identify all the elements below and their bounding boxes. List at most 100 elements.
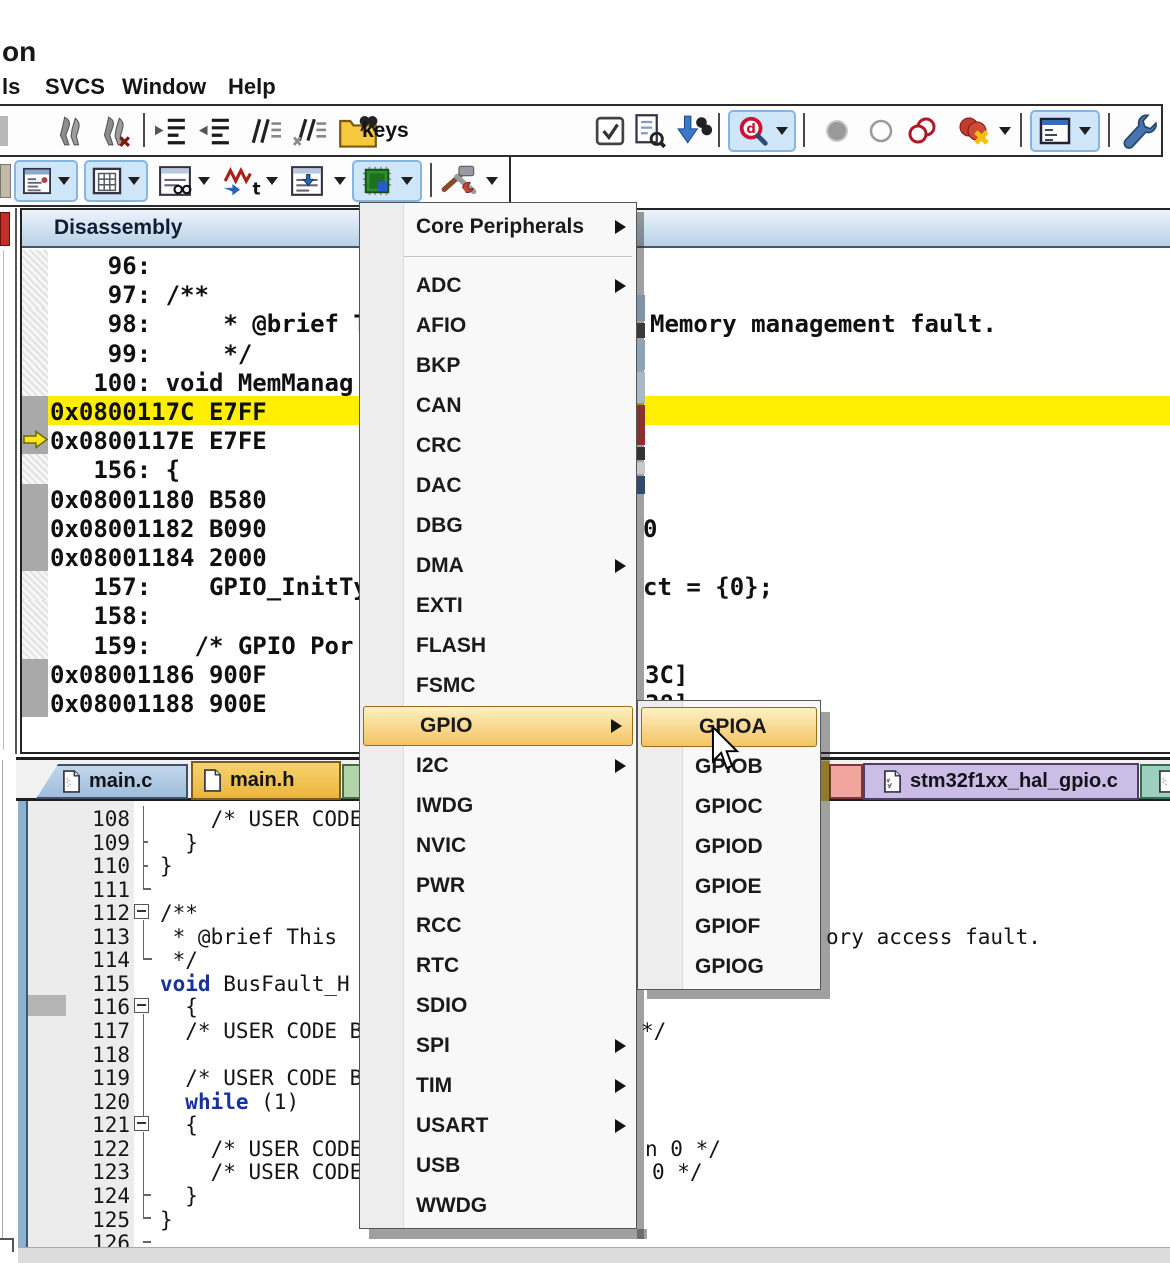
menubar: ls SVCS Window Help — [0, 72, 1170, 104]
menubar-item-help[interactable]: Help — [228, 74, 276, 100]
search-keyword-value[interactable]: keys — [362, 119, 409, 143]
window-title-fragment: on — [2, 36, 36, 68]
menu-item-adc[interactable]: ADC — [360, 266, 636, 306]
menu-item-exti[interactable]: EXTI — [360, 586, 636, 626]
toolbox-icon[interactable] — [440, 164, 480, 198]
menu-item-label: AFIO — [416, 306, 466, 346]
menubar-item-svcs[interactable]: SVCS — [45, 74, 105, 100]
menu-item-label: PWR — [416, 866, 465, 906]
start-debug-session-button[interactable]: d — [728, 110, 796, 152]
menu-item-gpio[interactable]: GPIO — [363, 706, 633, 746]
system-viewer-button[interactable] — [352, 160, 422, 202]
code-text: } — [160, 854, 173, 878]
configure-wrench-icon[interactable] — [1118, 112, 1158, 150]
menu-item-wwdg[interactable]: WWDG — [360, 1186, 636, 1226]
menu-item-label: GPIOG — [695, 947, 764, 987]
submenu-arrow-icon — [615, 559, 626, 573]
uncomment-selection-icon[interactable] — [290, 115, 328, 147]
tab-partial-pink[interactable] — [829, 764, 863, 799]
window-layout-button[interactable] — [1030, 110, 1100, 152]
menu-item-rcc[interactable]: RCC — [360, 906, 636, 946]
find-in-document-icon[interactable] — [633, 113, 667, 149]
menu-item-spi[interactable]: SPI — [360, 1026, 636, 1066]
fold-collapse-icon[interactable] — [134, 1116, 149, 1131]
find-next-icon[interactable] — [674, 114, 712, 148]
menu-item-nvic[interactable]: NVIC — [360, 826, 636, 866]
unindent-icon[interactable] — [196, 115, 234, 147]
menu-item-flash[interactable]: FLASH — [360, 626, 636, 666]
menu-item-core-peripherals[interactable]: Core Peripherals — [360, 207, 636, 247]
logic-analyzer-icon[interactable]: t — [222, 164, 262, 198]
background-sliver — [636, 323, 645, 338]
menu-item-i2c[interactable]: I2C — [360, 746, 636, 786]
file-icon — [883, 770, 902, 793]
code-text: while (1) — [160, 1090, 299, 1114]
analyzer-dropdown-icon[interactable] — [266, 177, 278, 185]
menu-item-dma[interactable]: DMA — [360, 546, 636, 586]
file-icon — [203, 769, 222, 792]
memory-window-button[interactable] — [84, 160, 148, 202]
tab-main-h[interactable]: main.h — [191, 761, 341, 800]
menu-item-fsmc[interactable]: FSMC — [360, 666, 636, 706]
toolbox-dropdown-icon[interactable] — [486, 177, 498, 185]
menu-item-gpioe[interactable]: GPIOE — [638, 867, 820, 907]
menu-separator — [360, 247, 636, 266]
memory-dropdown-icon[interactable] — [128, 177, 140, 185]
clear-bookmarks-icon[interactable] — [96, 114, 132, 148]
code-text: void BusFault_H — [160, 972, 350, 996]
menu-item-gpioc[interactable]: GPIOC — [638, 787, 820, 827]
system-viewer-dropdown-icon[interactable] — [401, 177, 413, 185]
menu-item-usb[interactable]: USB — [360, 1146, 636, 1186]
menu-item-label: SDIO — [416, 986, 467, 1026]
fold-guide-line — [143, 1132, 145, 1217]
menu-item-usart[interactable]: USART — [360, 1106, 636, 1146]
menu-item-pwr[interactable]: PWR — [360, 866, 636, 906]
menu-item-tim[interactable]: TIM — [360, 1066, 636, 1106]
horizontal-scrollbar[interactable] — [18, 1247, 1170, 1263]
menu-item-dbg[interactable]: DBG — [360, 506, 636, 546]
fold-collapse-icon[interactable] — [134, 904, 149, 919]
comment-selection-icon[interactable] — [246, 115, 284, 147]
disassembly-text: 157: GPIO_InitTy — [50, 573, 368, 601]
toolbar-separator — [803, 113, 805, 147]
breakpoint-gray-icon[interactable] — [824, 118, 850, 144]
menu-item-can[interactable]: CAN — [360, 386, 636, 426]
menu-item-dac[interactable]: DAC — [360, 466, 636, 506]
disassembly-window-button[interactable] — [14, 160, 78, 202]
layout-dropdown-icon[interactable] — [1079, 127, 1091, 135]
menu-item-gpiod[interactable]: GPIOD — [638, 827, 820, 867]
submenu-arrow-icon — [615, 1079, 626, 1093]
debug-dropdown-icon[interactable] — [776, 127, 788, 135]
menu-item-iwdg[interactable]: IWDG — [360, 786, 636, 826]
tab-partial-right[interactable] — [1140, 764, 1170, 799]
watch-dropdown-icon[interactable] — [198, 177, 210, 185]
watch-window-icon[interactable] — [158, 165, 192, 197]
menu-item-rtc[interactable]: RTC — [360, 946, 636, 986]
enable-disable-breakpoints-icon[interactable] — [906, 117, 942, 145]
tab-stm32f1xx-hal-gpio-c[interactable]: stm32f1xx_hal_gpio.c — [863, 763, 1139, 800]
fold-collapse-icon[interactable] — [134, 998, 149, 1013]
breakpoint-disabled-icon[interactable] — [868, 118, 894, 144]
menu-item-gpiog[interactable]: GPIOG — [638, 947, 820, 987]
insert-bookmark-icon[interactable] — [52, 114, 88, 148]
line-number: 110 — [28, 854, 130, 878]
toolbar-separator — [430, 163, 432, 197]
indent-icon[interactable] — [152, 115, 190, 147]
kill-all-breakpoints-icon[interactable] — [955, 115, 995, 147]
checklist-icon[interactable] — [595, 116, 625, 146]
editor-left-strip — [18, 801, 28, 1247]
menu-item-afio[interactable]: AFIO — [360, 306, 636, 346]
code-text-fragment: 0 */ — [652, 1160, 703, 1184]
fold-guide-tick — [143, 1241, 151, 1243]
menu-item-sdio[interactable]: SDIO — [360, 986, 636, 1026]
menu-item-crc[interactable]: CRC — [360, 426, 636, 466]
menubar-item-window[interactable]: Window — [122, 74, 206, 100]
menu-item-bkp[interactable]: BKP — [360, 346, 636, 386]
tab-main-c[interactable]: main.c — [36, 764, 188, 799]
menubar-item-ls[interactable]: ls — [2, 74, 20, 100]
serial-window-icon[interactable] — [290, 165, 324, 197]
menu-item-gpiof[interactable]: GPIOF — [638, 907, 820, 947]
serial-dropdown-icon[interactable] — [334, 177, 346, 185]
disassembly-dropdown-icon[interactable] — [58, 177, 70, 185]
breakpoints-dropdown-icon[interactable] — [999, 127, 1011, 135]
